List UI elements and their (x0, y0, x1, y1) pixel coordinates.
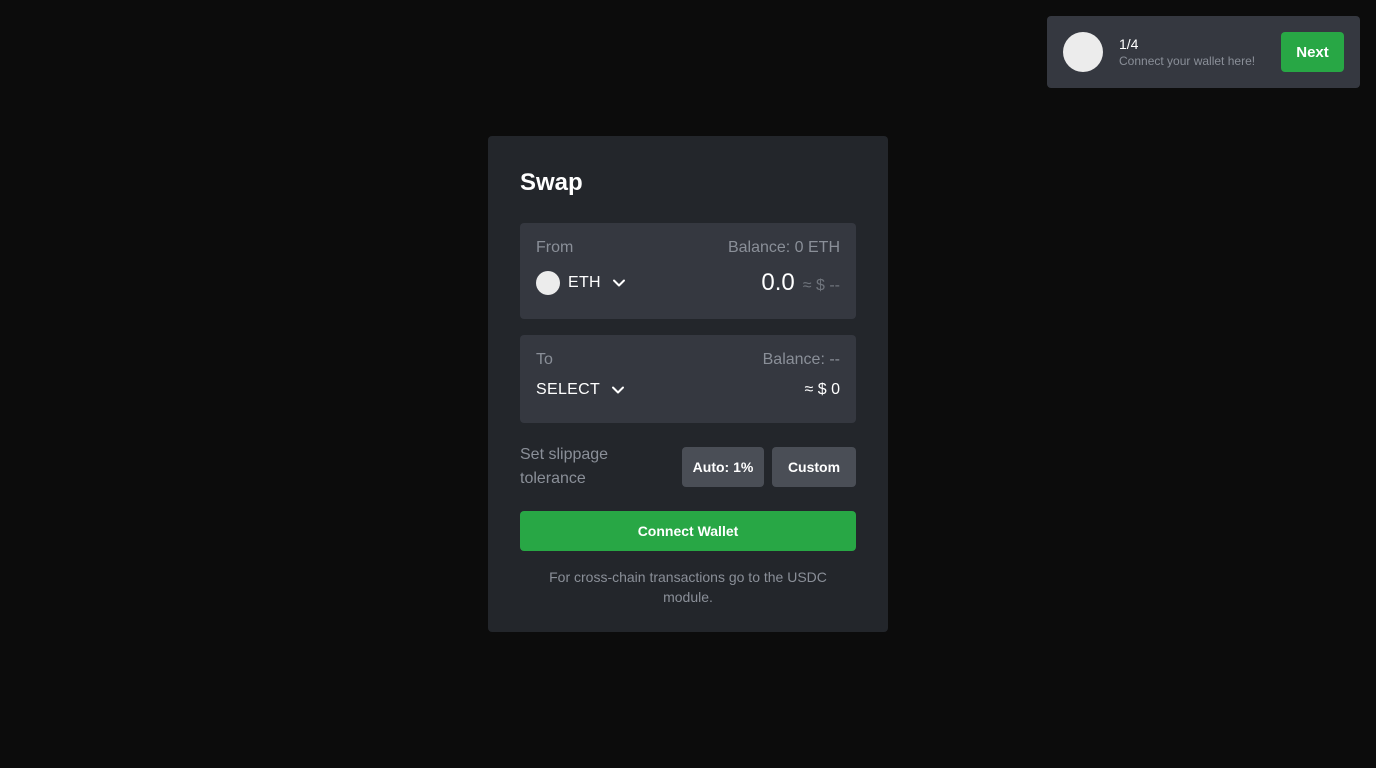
chevron-down-icon (612, 279, 625, 287)
to-label: To (536, 351, 553, 368)
to-panel: To Balance: -- SELECT ≈ $ 0 (520, 335, 856, 423)
to-token-label: SELECT (536, 381, 601, 398)
to-usd-value: ≈ $ 0 (804, 381, 840, 398)
tour-description: Connect your wallet here! (1119, 54, 1256, 68)
slippage-label: Set slippage tolerance (520, 446, 609, 487)
chevron-down-icon (612, 386, 625, 394)
avatar-icon (1063, 32, 1103, 72)
from-balance: Balance: 0 ETH (727, 239, 840, 256)
to-balance: Balance: -- (762, 351, 840, 368)
cross-chain-footnote: For cross-chain transactions go to the U… (549, 569, 827, 605)
slippage-custom-button[interactable]: Custom (772, 447, 856, 487)
from-usd-value: ≈ $ -- (802, 277, 840, 294)
from-token-label: ETH (568, 274, 601, 291)
connect-wallet-button[interactable]: Connect Wallet (520, 511, 856, 551)
eth-token-icon (536, 271, 560, 295)
from-token-selector[interactable]: ETH (536, 271, 627, 295)
tour-step-counter: 1/4 (1119, 36, 1139, 52)
swap-title: Swap (520, 169, 583, 196)
from-amount-input[interactable]: 0.0 (761, 269, 794, 297)
slippage-auto-button[interactable]: Auto: 1% (682, 447, 764, 487)
to-token-selector[interactable]: SELECT (536, 381, 626, 399)
tour-text: 1/4 Connect your wallet here! (1119, 35, 1281, 69)
slippage-settings: Set slippage tolerance Auto: 1% Custom (520, 443, 856, 491)
tour-next-button[interactable]: Next (1281, 32, 1344, 72)
from-label: From (536, 239, 574, 256)
onboarding-tour-popup: 1/4 Connect your wallet here! Next (1047, 16, 1360, 88)
from-panel: From Balance: 0 ETH ETH 0.0 ≈ $ -- (520, 223, 856, 319)
swap-card: Swap From Balance: 0 ETH ETH 0.0 ≈ $ -- … (488, 136, 888, 632)
